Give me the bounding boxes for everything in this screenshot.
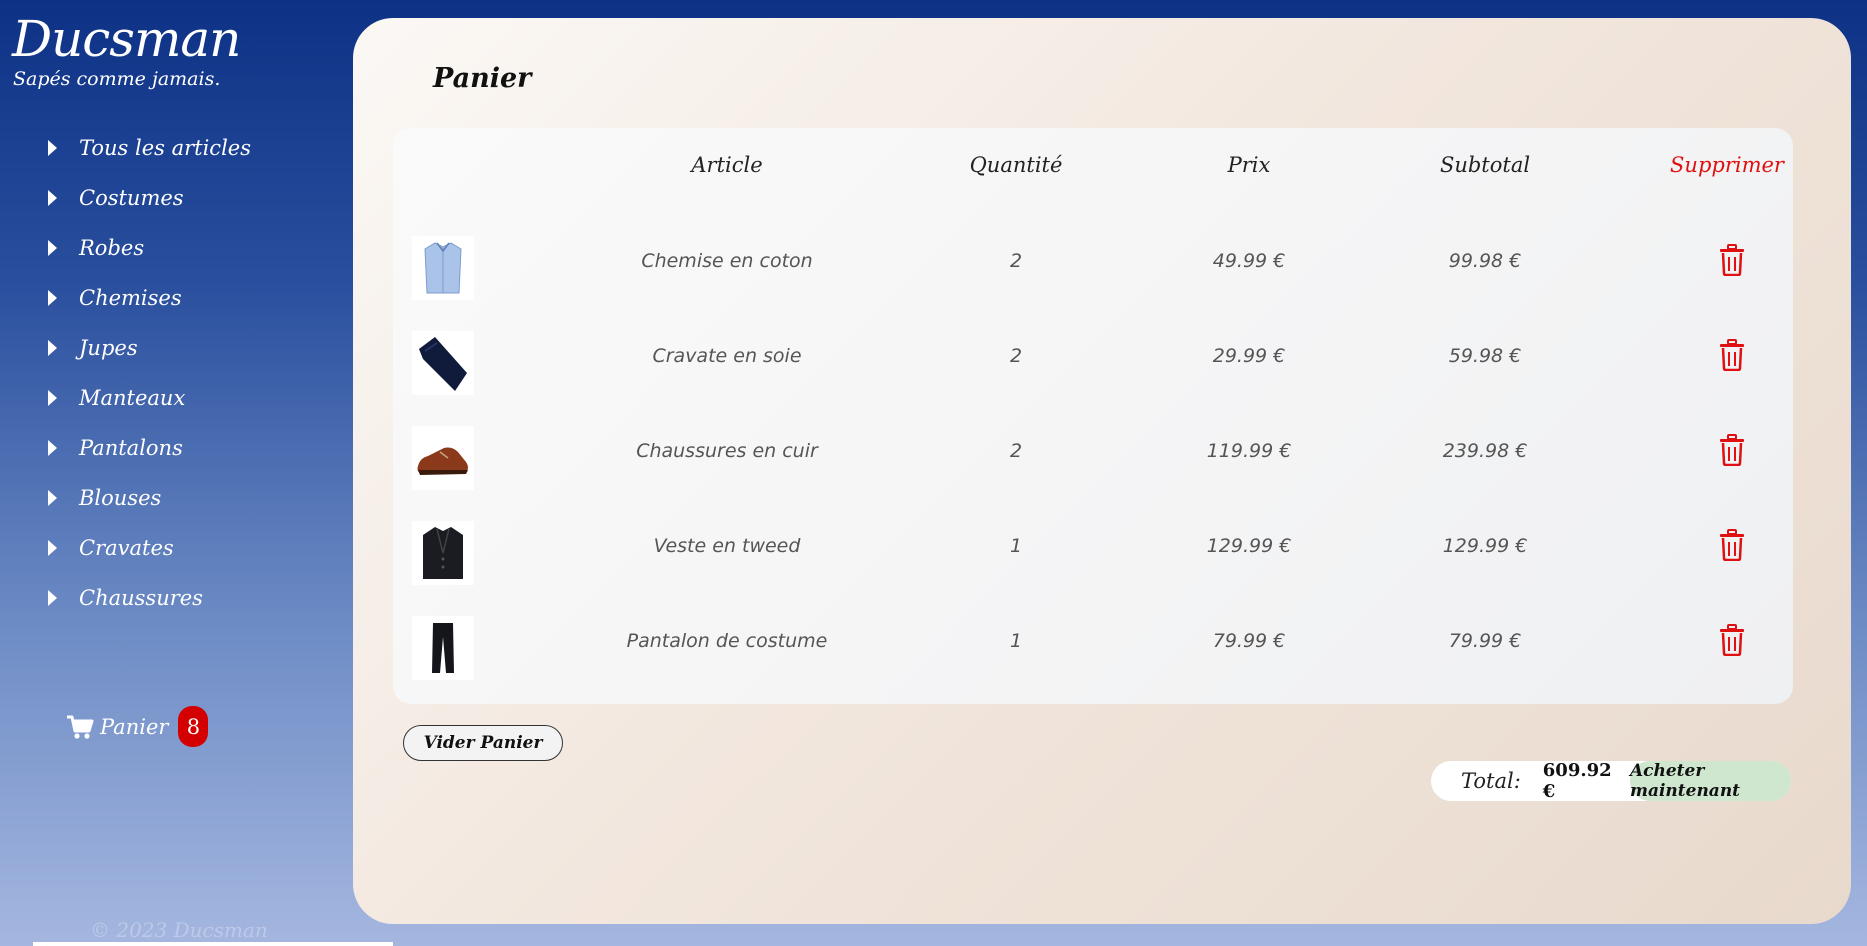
product-price: 129.99 € bbox=[1206, 535, 1292, 557]
column-header-subtotal: Subtotal bbox=[1439, 153, 1531, 177]
product-image-jacket[interactable] bbox=[412, 521, 474, 585]
trash-icon[interactable] bbox=[1718, 339, 1746, 371]
column-header-price: Prix bbox=[1227, 153, 1271, 177]
nav-item-label: Jupes bbox=[79, 336, 138, 360]
page-title: Panier bbox=[433, 63, 532, 94]
tie-icon bbox=[419, 337, 467, 391]
caret-right-icon bbox=[48, 440, 57, 456]
cart-label: Panier bbox=[100, 714, 169, 739]
product-price: 119.99 € bbox=[1206, 440, 1292, 462]
trash-icon[interactable] bbox=[1718, 244, 1746, 276]
product-image-shirt[interactable] bbox=[412, 236, 474, 300]
product-subtotal: 129.99 € bbox=[1442, 535, 1528, 557]
product-price: 49.99 € bbox=[1212, 250, 1286, 272]
table-row: Chaussures en cuir 2 119.99 € 239.98 € bbox=[393, 416, 1793, 511]
trousers-icon bbox=[432, 623, 454, 673]
nav-item-pantalons[interactable]: Pantalons bbox=[48, 426, 251, 476]
column-header-delete: Supprimer bbox=[1670, 153, 1784, 177]
caret-right-icon bbox=[48, 140, 57, 156]
buy-now-button[interactable]: Acheter maintenant bbox=[1629, 761, 1791, 801]
nav-item-label: Tous les articles bbox=[79, 136, 251, 160]
nav-item-label: Cravates bbox=[79, 536, 174, 560]
table-row: Pantalon de costume 1 79.99 € 79.99 € bbox=[393, 606, 1793, 701]
product-quantity: 1 bbox=[1009, 630, 1023, 652]
nav-item-manteaux[interactable]: Manteaux bbox=[48, 376, 251, 426]
caret-right-icon bbox=[48, 340, 57, 356]
nav-item-chaussures[interactable]: Chaussures bbox=[48, 576, 251, 626]
caret-right-icon bbox=[48, 390, 57, 406]
caret-right-icon bbox=[48, 240, 57, 256]
category-nav: Tous les articles Costumes Robes Chemise… bbox=[48, 126, 251, 626]
product-name: Cravate en soie bbox=[652, 345, 802, 367]
product-subtotal: 239.98 € bbox=[1442, 440, 1528, 462]
column-header-article: Article bbox=[691, 153, 763, 177]
product-subtotal: 99.98 € bbox=[1448, 250, 1522, 272]
product-image-tie[interactable] bbox=[412, 331, 474, 395]
trash-icon[interactable] bbox=[1718, 624, 1746, 656]
brand-logo[interactable]: Ducsman bbox=[12, 8, 241, 70]
product-quantity: 2 bbox=[1009, 250, 1023, 272]
table-row: Chemise en coton 2 49.99 € 99.98 € bbox=[393, 226, 1793, 321]
product-quantity: 2 bbox=[1009, 345, 1023, 367]
column-header-quantity: Quantité bbox=[969, 153, 1063, 177]
clear-cart-button[interactable]: Vider Panier bbox=[403, 725, 563, 761]
trash-icon[interactable] bbox=[1718, 434, 1746, 466]
shirt-icon bbox=[424, 242, 462, 294]
table-row: Cravate en soie 2 29.99 € 59.98 € bbox=[393, 321, 1793, 416]
copyright: © 2023 Ducsman bbox=[90, 918, 268, 942]
brand-tagline: Sapés comme jamais. bbox=[13, 68, 221, 90]
caret-right-icon bbox=[48, 490, 57, 506]
cart-table: Article Quantité Prix Subtotal Supprimer… bbox=[393, 128, 1793, 704]
product-quantity: 1 bbox=[1009, 535, 1023, 557]
nav-item-tous-les-articles[interactable]: Tous les articles bbox=[48, 126, 251, 176]
nav-item-blouses[interactable]: Blouses bbox=[48, 476, 251, 526]
caret-right-icon bbox=[48, 290, 57, 306]
shoe-icon bbox=[417, 447, 468, 475]
total-box: Total: 609.92 € Acheter maintenant bbox=[1431, 760, 1791, 802]
product-quantity: 2 bbox=[1009, 440, 1023, 462]
cart-count-badge: 8 bbox=[178, 706, 209, 747]
jacket-icon bbox=[423, 527, 463, 579]
nav-item-costumes[interactable]: Costumes bbox=[48, 176, 251, 226]
footer-divider bbox=[33, 942, 393, 946]
cart-link[interactable]: Panier 8 bbox=[66, 706, 209, 747]
product-name: Chemise en coton bbox=[641, 250, 813, 272]
caret-right-icon bbox=[48, 190, 57, 206]
nav-item-chemises[interactable]: Chemises bbox=[48, 276, 251, 326]
product-image-trousers[interactable] bbox=[412, 616, 474, 680]
trash-icon[interactable] bbox=[1718, 529, 1746, 561]
nav-item-robes[interactable]: Robes bbox=[48, 226, 251, 276]
product-name: Pantalon de costume bbox=[626, 630, 828, 652]
product-price: 79.99 € bbox=[1212, 630, 1286, 652]
nav-item-label: Robes bbox=[79, 236, 145, 260]
caret-right-icon bbox=[48, 540, 57, 556]
cart-panel: Panier Article Quantité Prix Subtotal Su… bbox=[353, 18, 1851, 924]
nav-item-label: Costumes bbox=[79, 186, 184, 210]
product-price: 29.99 € bbox=[1212, 345, 1286, 367]
nav-item-label: Pantalons bbox=[79, 436, 183, 460]
nav-item-label: Chaussures bbox=[79, 586, 203, 610]
product-subtotal: 59.98 € bbox=[1448, 345, 1522, 367]
product-image-shoe[interactable] bbox=[412, 426, 474, 490]
total-label: Total: bbox=[1461, 769, 1521, 793]
sidebar: Ducsman Sapés comme jamais. Tous les art… bbox=[0, 0, 350, 946]
nav-item-jupes[interactable]: Jupes bbox=[48, 326, 251, 376]
cart-icon bbox=[67, 715, 94, 739]
total-value: 609.92 € bbox=[1542, 760, 1612, 802]
product-subtotal: 79.99 € bbox=[1448, 630, 1522, 652]
table-row: Veste en tweed 1 129.99 € 129.99 € bbox=[393, 511, 1793, 606]
nav-item-label: Blouses bbox=[79, 486, 162, 510]
nav-item-label: Chemises bbox=[79, 286, 182, 310]
product-name: Chaussures en cuir bbox=[636, 440, 818, 462]
caret-right-icon bbox=[48, 590, 57, 606]
nav-item-cravates[interactable]: Cravates bbox=[48, 526, 251, 576]
product-name: Veste en tweed bbox=[653, 535, 801, 557]
nav-item-label: Manteaux bbox=[79, 386, 186, 410]
